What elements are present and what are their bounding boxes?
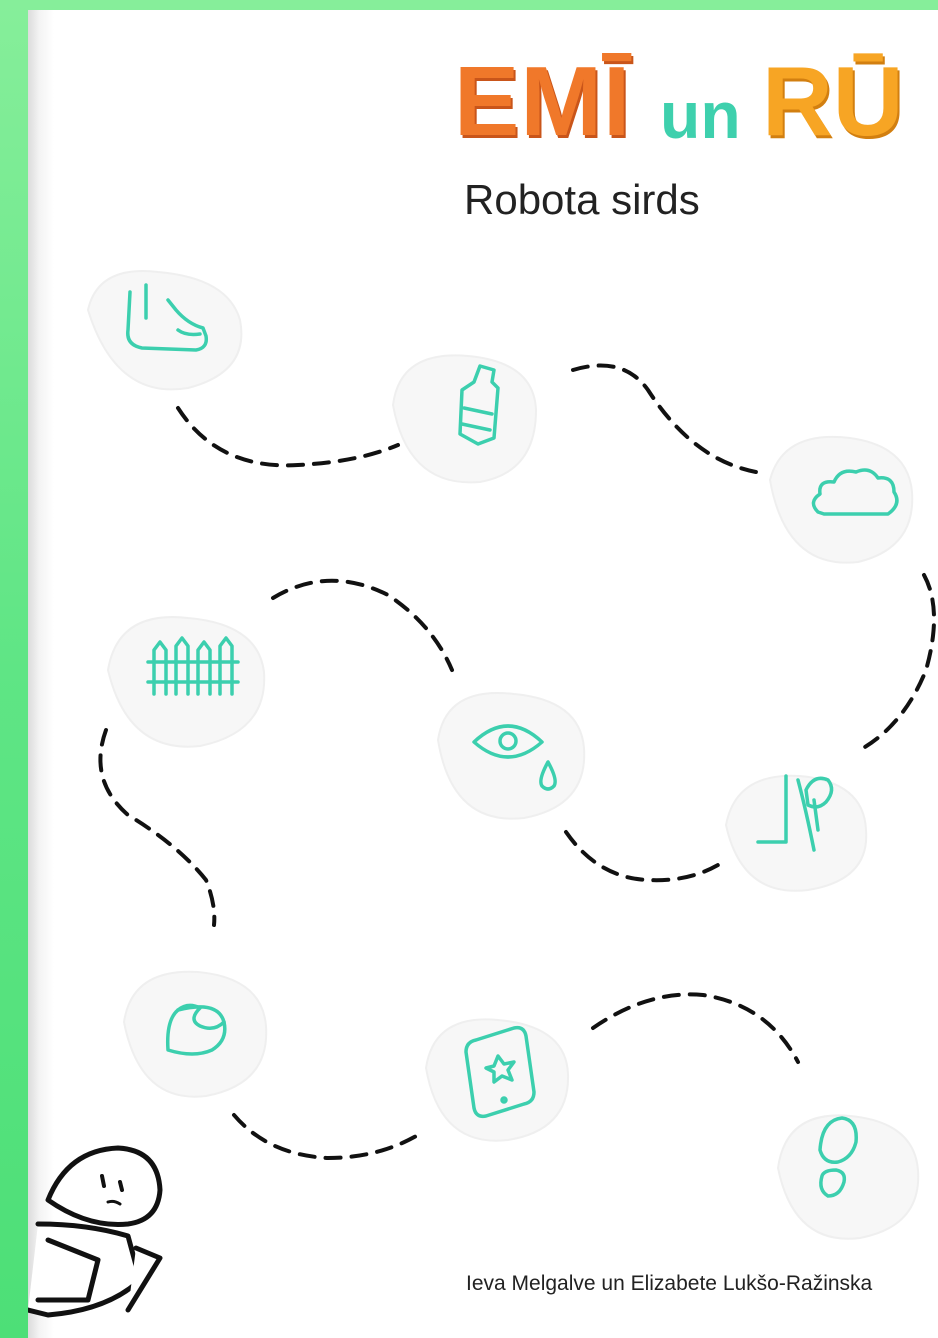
- book-cover: EMĪ un RŪ Robota sirds Ieva Melgalve un …: [28, 10, 938, 1338]
- book-authors: Ieva Melgalve un Elizabete Lukšo-Ražinsk…: [466, 1272, 873, 1295]
- cover-illustration: [28, 270, 936, 1318]
- robot-icon: [28, 1145, 163, 1318]
